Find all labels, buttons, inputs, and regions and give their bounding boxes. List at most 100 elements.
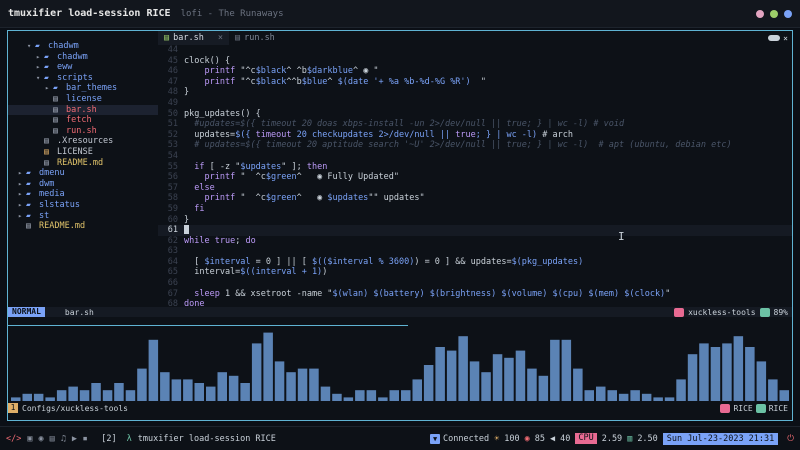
visualizer-bar [596,386,606,401]
play-icon[interactable]: ▶ [72,434,77,444]
tree-item[interactable]: ▸ ▰ dwm [8,179,158,190]
monitor-icon[interactable]: ▣ [27,434,32,444]
code-line[interactable]: 55 if [ -z "$updates" ]; then [158,162,792,173]
clock[interactable]: Sun Jul-23-2023 21:31 [662,432,779,445]
code-line[interactable]: 57 else [158,183,792,194]
line-number: 57 [167,182,178,193]
chevron-down-icon: ▾ [27,42,32,50]
tree-item[interactable]: ▸ ▰ chadwm [8,52,158,63]
code-line[interactable]: 49 [158,98,792,109]
line-number: 53 [167,140,178,151]
code-editor[interactable]: 44 45 clock() {46 printf "^c$black^ ^b$dar… [158,45,792,309]
visualizer-bars [11,332,789,401]
text-cursor [184,225,189,235]
code-line[interactable]: 67 sleep 1 && xsetroot -name "$(wlan) $(… [158,289,792,300]
tree-item[interactable]: ▸ ▰ media [8,189,158,200]
visualizer-bar [183,379,193,401]
code-line[interactable]: 62 while true; do [158,236,792,247]
code-line[interactable]: 46 printf "^c$black^ ^b$darkblue^ ◉ " [158,66,792,77]
visualizer-bar [618,393,629,401]
tree-item[interactable]: ▸ ▰ eww [8,62,158,73]
shell-file-icon: ▤ [234,33,241,43]
visualizer-bar [320,386,331,401]
mode-indicator: NORMAL [8,307,45,317]
stop-icon[interactable]: ⏹ [83,434,87,444]
tree-item[interactable]: ▤ bar.sh [8,104,158,116]
battery-value: 85 [534,433,545,444]
window-dot-3[interactable] [784,9,792,18]
visualizer-bar [423,365,434,401]
tree-item[interactable]: ▤ .Xresources [8,136,158,147]
visualizer-bar [160,372,170,401]
line-number: 49 [167,97,178,108]
window-dot-2[interactable] [770,9,778,18]
visualizer-bar [550,339,560,401]
tree-item[interactable]: ▸ ▰ dmenu [8,168,158,179]
code-line[interactable]: 50 pkg_updates() { [158,109,792,120]
code-line[interactable]: 51 #updates=$({ timeout 20 doas xbps-ins… [158,119,792,130]
tree-item[interactable]: ▾ ▰ scripts [8,73,158,84]
code-line[interactable]: 66 [158,278,792,289]
code-line[interactable]: 60} [158,215,792,226]
workspace-indicator[interactable]: [2] [101,434,116,444]
window-dot-1[interactable] [756,9,764,18]
visualizer-bar [538,375,549,401]
code-line[interactable]: 61 [158,225,792,236]
tab-run-sh[interactable]: ▤ run.sh [229,31,281,45]
code-line[interactable]: 52 updates=$({ timeout 20 checkupdates 2… [158,130,792,141]
visualizer-bar [756,361,767,401]
close-icon[interactable]: × [218,33,223,43]
code-icon[interactable]: </> [6,434,21,444]
brightness-icon: ☀ [494,433,500,444]
visualizer-bar [56,390,67,401]
code-text: printf " ^c$green^ ◉ Fully Updated" [204,172,399,183]
editor-statusline: NORMAL bar.sh xuckless-tools 89% [8,307,792,317]
tree-item[interactable]: ▤ README.md [8,221,158,232]
line-number: 54 [167,150,178,161]
tree-item-label: st [39,210,50,221]
files-icon[interactable]: ▤ [50,434,55,444]
visualizer-bar [492,354,503,401]
toggle-control[interactable]: × [768,34,788,43]
code-line[interactable]: 56 printf " ^c$green^ ◉ Fully Updated" [158,172,792,183]
power-icon[interactable]: ⏻ [787,434,794,444]
visualizer-bar [768,379,778,401]
code-text: fi [194,203,205,214]
session-label-b: RICE [768,403,788,413]
editor-window: ▾ ▰ chadwm ▸ ▰ chadwm ▸ ▰ eww ▾ ▰ scripts ▸ ▰ bar_them… [7,30,793,421]
tree-item[interactable]: ▤ LICENSE [8,147,158,158]
code-line[interactable]: 48} [158,87,792,98]
code-line[interactable]: 58 printf " ^c$green^ ◉ $updates"" updat… [158,193,792,204]
browser-icon[interactable]: ◉ [38,434,43,444]
tree-item[interactable]: ▸ ▰ st [8,211,158,222]
tree-item[interactable]: ▤ README.md [8,158,158,169]
tree-item[interactable]: ▤ run.sh [8,126,158,137]
tree-item[interactable]: ▤ license [8,94,158,105]
line-number: 56 [167,172,178,183]
folder-icon: ▰ [26,189,31,199]
code-line[interactable]: 54 [158,151,792,162]
tree-item[interactable]: ▾ ▰ chadwm [8,41,158,52]
tree-item[interactable]: ▸ ▰ slstatus [8,200,158,211]
code-line[interactable]: 64 [ $interval = 0 ] || [ $(($interval %… [158,257,792,268]
code-line[interactable]: 65 interval=$((interval + 1)) [158,267,792,278]
tree-item-label: eww [57,62,73,73]
battery-icon: ◉ [524,433,530,444]
tree-item[interactable]: ▤ fetch [8,115,158,126]
code-line[interactable]: 45 clock() { [158,56,792,67]
tree-item[interactable]: ▸ ▰ bar_themes [8,83,158,94]
visualizer-bar [355,390,365,401]
visualizer-bar [91,383,101,401]
visualizer-bar [584,390,594,401]
code-line[interactable]: 47 printf "^c$black^^b$blue^ $(date '+ %… [158,77,792,88]
code-line[interactable]: 63 [158,246,792,257]
visualizer-bar [148,339,159,401]
code-line[interactable]: 44 [158,45,792,56]
music-icon[interactable]: ♫ [61,434,66,444]
chevron-right-icon: ▸ [18,169,23,178]
code-line[interactable]: 53 # updates=$({ timeout 20 aptitude sea… [158,140,792,151]
code-line[interactable]: 59 fi [158,204,792,215]
network-status[interactable]: ▼ Connected [430,433,489,444]
tmux-window-number[interactable]: 1 [8,403,18,413]
tab-bar-sh[interactable]: ▤ bar.sh × [158,31,229,45]
